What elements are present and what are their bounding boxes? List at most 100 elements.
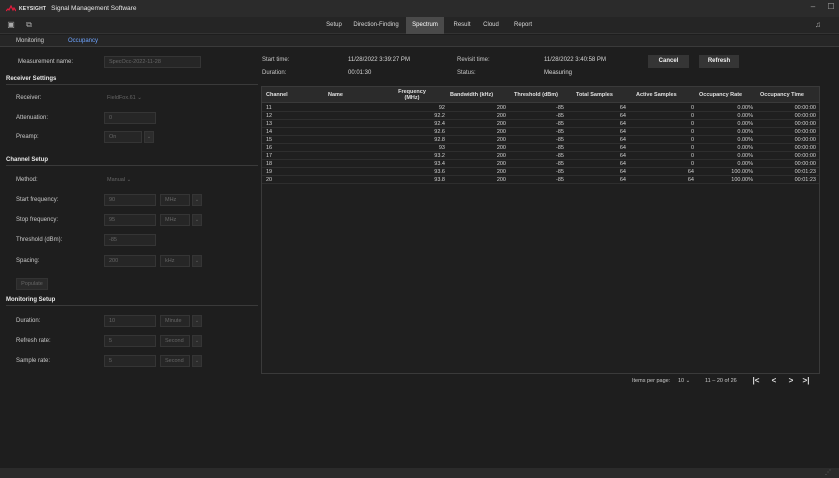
chevron-down-icon[interactable]: ⌄	[192, 355, 202, 367]
table-row[interactable]: 16 93 200 -85 64 0 0.00% 00:00:00	[262, 144, 819, 152]
table-row[interactable]: 17 93.2 200 -85 64 0 0.00% 00:00:00	[262, 152, 819, 160]
cell-active-samples: 0	[690, 105, 694, 111]
save-icon[interactable]: ▣	[6, 20, 16, 30]
tab-direction-finding[interactable]: Direction-Finding	[351, 17, 401, 34]
cell-total-samples: 64	[619, 121, 626, 127]
minimize-icon[interactable]: –	[808, 2, 818, 12]
table-row[interactable]: 20 93.8 200 -85 64 64 100.00% 00:01:23	[262, 176, 819, 184]
table-row[interactable]: 18 93.4 200 -85 64 0 0.00% 00:00:00	[262, 160, 819, 168]
tab-setup[interactable]: Setup	[322, 17, 346, 34]
attenuation-input[interactable]: 0	[104, 112, 156, 124]
stop-frequency-unit-select[interactable]: MHz	[160, 214, 190, 226]
cell-occupancy-rate: 100.00%	[731, 169, 753, 175]
start-time-value: 11/28/2022 3:39:27 PM	[348, 57, 410, 63]
tab-cloud[interactable]: Cloud	[480, 17, 502, 34]
cell-channel: 13	[266, 121, 273, 127]
table-row[interactable]: 14 92.6 200 -85 64 0 0.00% 00:00:00	[262, 128, 819, 136]
cell-frequency: 92.2	[434, 113, 445, 119]
tab-monitoring[interactable]: Monitoring	[16, 35, 44, 47]
app-title: Signal Management Software	[51, 5, 137, 12]
last-page-icon[interactable]: >|	[801, 375, 811, 387]
chevron-down-icon[interactable]: ⌄	[192, 214, 202, 226]
column-header-channel[interactable]: Channel	[266, 87, 306, 103]
table-row[interactable]: 12 92.2 200 -85 64 0 0.00% 00:00:00	[262, 112, 819, 120]
start-frequency-input[interactable]: 90	[104, 194, 156, 206]
column-header-occupancy-time[interactable]: Occupancy Time	[760, 87, 816, 103]
receiver-value: FieldFox.61	[107, 95, 136, 101]
column-header-bandwidth[interactable]: Bandwidth (kHz)	[450, 87, 510, 103]
tab-spectrum[interactable]: Spectrum	[406, 17, 444, 34]
stop-frequency-input[interactable]: 95	[104, 214, 156, 226]
tab-occupancy[interactable]: Occupancy	[68, 35, 98, 47]
cell-total-samples: 64	[619, 177, 626, 183]
refresh-button[interactable]: Refresh	[699, 55, 739, 68]
chevron-down-icon[interactable]: ⌄	[192, 335, 202, 347]
preamp-select[interactable]: On	[104, 131, 142, 143]
duration-label: Duration:	[16, 318, 41, 324]
cancel-button[interactable]: Cancel	[648, 55, 689, 68]
first-page-icon[interactable]: |<	[751, 375, 761, 387]
cell-name	[328, 144, 368, 152]
measurement-name-input[interactable]: SpecOcc-2022-11-28	[104, 56, 201, 68]
next-page-icon[interactable]: >	[786, 375, 796, 387]
cell-threshold: -85	[556, 121, 564, 127]
copy-icon[interactable]: ⧉	[24, 20, 34, 30]
cell-threshold: -85	[556, 113, 564, 119]
chevron-down-icon[interactable]: ⌄	[192, 315, 202, 327]
column-header-total-samples[interactable]: Total Samples	[576, 87, 626, 103]
spacing-input[interactable]: 200	[104, 255, 156, 267]
column-header-threshold[interactable]: Threshold (dBm)	[514, 87, 574, 103]
sample-rate-label: Sample rate:	[16, 358, 51, 364]
refresh-rate-input[interactable]: 5	[104, 335, 156, 347]
previous-page-icon[interactable]: <	[769, 375, 779, 387]
cell-total-samples: 64	[619, 137, 626, 143]
chevron-down-icon[interactable]: ⌄	[144, 131, 154, 143]
refresh-rate-label: Refresh rate:	[16, 338, 51, 344]
cell-total-samples: 64	[619, 105, 626, 111]
chevron-down-icon[interactable]: ⌄	[192, 194, 202, 206]
cell-name	[328, 112, 368, 120]
receiver-settings-heading: Receiver Settings	[6, 76, 57, 82]
table-row[interactable]: 15 92.8 200 -85 64 0 0.00% 00:00:00	[262, 136, 819, 144]
table-row[interactable]: 13 92.4 200 -85 64 0 0.00% 00:00:00	[262, 120, 819, 128]
cell-occupancy-time: 00:00:00	[794, 153, 816, 159]
cell-occupancy-time: 00:00:00	[794, 145, 816, 151]
tab-report[interactable]: Report	[510, 17, 536, 34]
sample-rate-input[interactable]: 5	[104, 355, 156, 367]
cell-frequency: 92.4	[434, 121, 445, 127]
table-row[interactable]: 19 93.6 200 -85 64 64 100.00% 00:01:23	[262, 168, 819, 176]
items-per-page-select[interactable]: 10 ⌄	[678, 376, 690, 386]
cell-occupancy-time: 00:00:00	[794, 113, 816, 119]
threshold-input[interactable]: -85	[104, 234, 156, 246]
column-header-name[interactable]: Name	[328, 87, 368, 103]
cell-occupancy-time: 00:01:23	[794, 169, 816, 175]
chevron-down-icon[interactable]: ⌄	[192, 255, 202, 267]
spacing-unit-select[interactable]: kHz	[160, 255, 190, 267]
cell-bandwidth: 200	[496, 129, 506, 135]
receiver-dropdown[interactable]: FieldFox.61 ⌄	[103, 92, 142, 104]
resize-grip-icon[interactable]: ⋰	[825, 469, 833, 477]
cell-channel: 18	[266, 161, 273, 167]
column-header-occupancy-rate[interactable]: Occupancy Rate	[699, 87, 754, 103]
table-row[interactable]: 11 92 200 -85 64 0 0.00% 00:00:00	[262, 104, 819, 112]
cell-occupancy-rate: 100.00%	[731, 177, 753, 183]
section-divider	[6, 305, 258, 306]
title-bar: KEYSIGHT Signal Management Software – ☐	[0, 0, 839, 17]
cell-active-samples: 0	[690, 113, 694, 119]
cell-channel: 20	[266, 177, 273, 183]
sample-rate-unit-select[interactable]: Second	[160, 355, 190, 367]
cell-occupancy-rate: 0.00%	[737, 145, 753, 151]
maximize-icon[interactable]: ☐	[826, 2, 836, 12]
start-frequency-unit-select[interactable]: MHz	[160, 194, 190, 206]
brand-name: KEYSIGHT	[19, 5, 47, 12]
populate-button[interactable]: Populate	[16, 278, 48, 290]
column-header-active-samples[interactable]: Active Samples	[636, 87, 691, 103]
duration-input[interactable]: 10	[104, 315, 156, 327]
tab-result[interactable]: Result	[450, 17, 474, 34]
notification-icon[interactable]: ♫	[813, 20, 823, 30]
duration-unit-select[interactable]: Minute	[160, 315, 190, 327]
cell-bandwidth: 200	[496, 177, 506, 183]
refresh-rate-unit-select[interactable]: Second	[160, 335, 190, 347]
column-header-frequency[interactable]: Frequency (MHz)	[392, 87, 432, 103]
method-dropdown[interactable]: Manual ⌄	[103, 174, 131, 186]
